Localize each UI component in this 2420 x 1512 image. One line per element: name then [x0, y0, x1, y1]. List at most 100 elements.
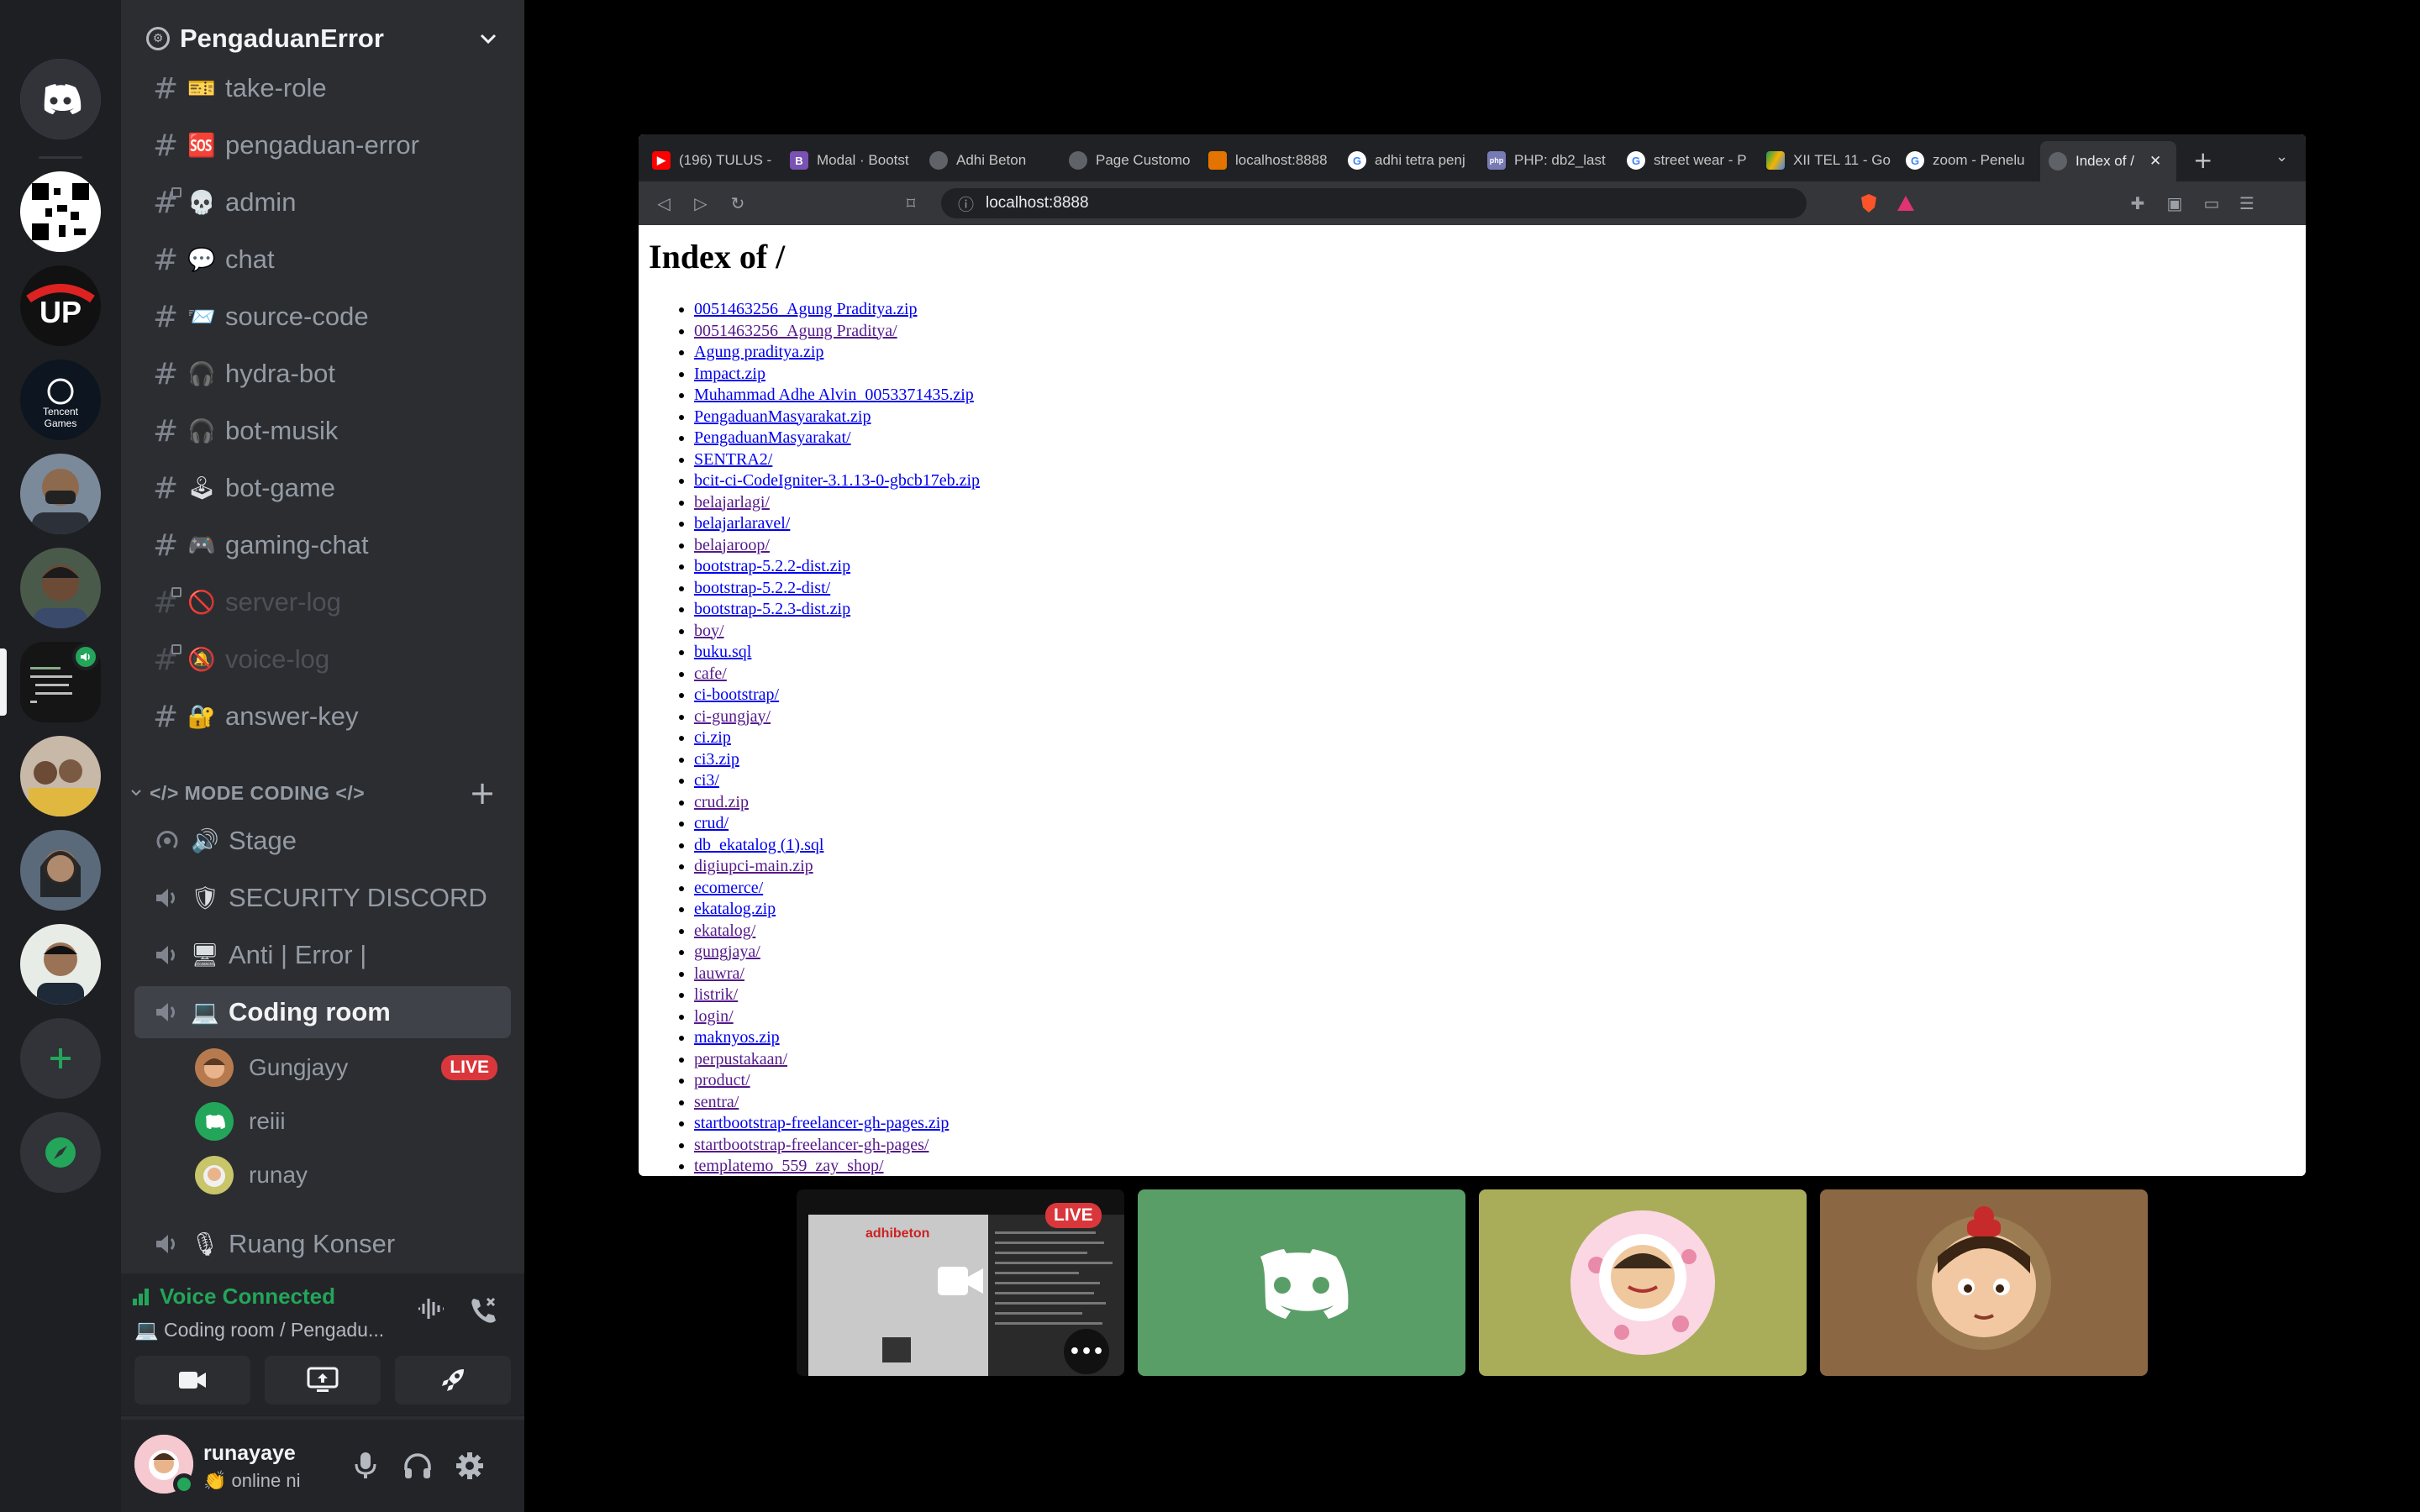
stream-preview-tile[interactable]: adhibeton LIVE ••• — [797, 1189, 1124, 1376]
server-avatar-3[interactable] — [20, 736, 101, 816]
file-link[interactable]: digiupci-main.zip — [694, 857, 813, 875]
participant-tile-runay[interactable] — [1479, 1189, 1807, 1376]
channel-gaming-chat[interactable]: # 🎮 gaming-chat — [134, 519, 511, 571]
server-avatar-4[interactable] — [20, 830, 101, 911]
server-qr[interactable] — [20, 171, 101, 252]
file-link[interactable]: startbootstrap-freelancer-gh-pages/ — [694, 1136, 929, 1154]
file-link[interactable]: crud.zip — [694, 793, 749, 811]
extensions-puzzle-icon[interactable]: ✚ — [2126, 192, 2149, 215]
explore-servers-button[interactable] — [20, 1112, 101, 1193]
browser-tab[interactable]: localhost:8888 — [1208, 146, 1343, 175]
close-tab-icon[interactable]: ✕ — [2149, 153, 2161, 170]
file-link[interactable]: Agung praditya.zip — [694, 343, 823, 361]
file-link[interactable]: lauwra/ — [694, 964, 744, 983]
channel-voice-log[interactable]: # 🔕 voice-log — [134, 633, 511, 685]
brave-rewards-icon[interactable] — [1894, 192, 1918, 215]
server-up[interactable]: UP — [20, 265, 101, 346]
custom-status[interactable]: 👏 online ni — [203, 1470, 300, 1492]
file-link[interactable]: belajarlaravel/ — [694, 514, 790, 533]
file-link[interactable]: bootstrap-5.2.3-dist.zip — [694, 600, 850, 618]
file-link[interactable]: 0051463256_Agung Praditya.zip — [694, 300, 918, 318]
file-link[interactable]: 0051463256_Agung Praditya/ — [694, 322, 897, 340]
file-link[interactable]: gungjaya/ — [694, 942, 760, 961]
activities-button[interactable] — [395, 1356, 511, 1404]
file-link[interactable]: Impact.zip — [694, 365, 765, 383]
browser-tab[interactable]: ▶ (196) TULUS - — [652, 146, 786, 175]
channel-answer-key[interactable]: # 🔐 answer-key — [134, 690, 511, 743]
file-link[interactable]: boy/ — [694, 622, 724, 640]
video-button[interactable] — [134, 1356, 250, 1404]
discord-home-button[interactable] — [20, 59, 101, 139]
voice-channel-security-discord[interactable]: 🛡 SECURITY DISCORD — [134, 872, 511, 924]
file-link[interactable]: belajaroop/ — [694, 536, 770, 554]
file-link[interactable]: perpustakaan/ — [694, 1050, 787, 1068]
bookmark-icon[interactable]: ⌑ — [899, 192, 923, 215]
channel-bot-musik[interactable]: # 🎧 bot-musik — [134, 405, 511, 457]
file-link[interactable]: product/ — [694, 1071, 750, 1089]
file-link[interactable]: ekatalog/ — [694, 921, 755, 940]
channel-pengaduan-error[interactable]: # 🆘 pengaduan-error — [134, 119, 511, 171]
file-link[interactable]: ci3/ — [694, 771, 719, 790]
channel-admin[interactable]: # 💀 admin — [134, 176, 511, 228]
browser-tab[interactable]: Gstreet wear - P — [1627, 146, 1761, 175]
chevron-down-icon[interactable] — [477, 28, 499, 50]
url-field[interactable]: ⓘ localhost:8888 — [941, 188, 1807, 218]
tab-search-chevron-icon[interactable]: ⌄ — [2275, 148, 2288, 165]
category-mode-coding[interactable]: </> MODE CODING </> + — [121, 776, 524, 810]
browser-tab[interactable]: Gzoom - Penelu — [1906, 146, 2040, 175]
browser-tab[interactable]: Gadhi tetra penj — [1348, 146, 1482, 175]
participant-tile-gungjayy[interactable] — [1820, 1189, 2148, 1376]
file-link[interactable]: crud/ — [694, 814, 729, 832]
sidebar-toggle-icon[interactable]: ▣ — [2163, 192, 2186, 215]
file-link[interactable]: templatemo_559_zay_shop/ — [694, 1157, 884, 1175]
server-tencent[interactable]: Tencent Games — [20, 360, 101, 440]
file-link[interactable]: belajarlagi/ — [694, 493, 770, 512]
browser-tab[interactable]: php PHP: db2_last — [1487, 146, 1622, 175]
channel-server-log[interactable]: # 🚫 server-log — [134, 576, 511, 628]
file-link[interactable]: ci-bootstrap/ — [694, 685, 779, 704]
file-link[interactable]: startbootstrap-freelancer-gh-pages.zip — [694, 1114, 949, 1132]
brave-shield-icon[interactable] — [1857, 192, 1881, 215]
file-link[interactable]: ci3.zip — [694, 750, 739, 769]
voice-channel-stage[interactable]: 🔊 Stage — [134, 815, 511, 867]
browser-tab-active[interactable]: Index of / ✕ — [2040, 141, 2176, 181]
browser-tab[interactable]: B Modal · Bootst — [790, 146, 924, 175]
channel-hydra-bot[interactable]: # 🎧 hydra-bot — [134, 348, 511, 400]
voice-channel-anti-error[interactable]: 🖥 Anti | Error | — [134, 929, 511, 981]
channel-bot-game[interactable]: # 🕹 bot-game — [134, 462, 511, 514]
file-link[interactable]: PengaduanMasyarakat.zip — [694, 407, 871, 426]
create-channel-plus-icon[interactable]: + — [469, 777, 496, 809]
menu-icon[interactable]: ☰ — [2235, 192, 2259, 215]
forward-icon[interactable]: ▷ — [689, 192, 713, 215]
file-link[interactable]: cafe/ — [694, 664, 727, 683]
deafen-button[interactable] — [397, 1445, 439, 1487]
username[interactable]: runayaye — [203, 1441, 296, 1466]
user-settings-button[interactable] — [449, 1445, 491, 1487]
channel-source-code[interactable]: # 📨 source-code — [134, 291, 511, 343]
file-link[interactable]: buku.sql — [694, 643, 751, 661]
file-link[interactable]: login/ — [694, 1007, 734, 1026]
reload-icon[interactable]: ↻ — [726, 192, 750, 215]
mute-button[interactable] — [345, 1445, 387, 1487]
new-tab-plus-icon[interactable]: + — [2193, 146, 2212, 174]
disconnect-button[interactable] — [466, 1292, 499, 1326]
file-link[interactable]: ci-gungjay/ — [694, 707, 771, 726]
voice-connected-subtitle[interactable]: 💻 Coding room / Pengadu... — [134, 1319, 403, 1341]
file-link[interactable]: sentra/ — [694, 1093, 739, 1111]
file-link[interactable]: maknyos.zip — [694, 1028, 780, 1047]
file-link[interactable]: bootstrap-5.2.2-dist.zip — [694, 557, 850, 575]
file-link[interactable]: ecomerce/ — [694, 879, 763, 897]
voice-channel-coding-room[interactable]: 💻 Coding room — [134, 986, 511, 1038]
file-link[interactable]: listrik/ — [694, 985, 738, 1004]
channel-chat[interactable]: # 💬 chat — [134, 234, 511, 286]
participant-tile-reiii[interactable] — [1138, 1189, 1465, 1376]
voice-user-gungjayy[interactable]: Gungjayy LIVE — [195, 1043, 511, 1092]
voice-user-reiii[interactable]: reiii — [195, 1097, 511, 1146]
add-server-button[interactable] — [20, 1018, 101, 1099]
file-link[interactable]: SENTRA2/ — [694, 450, 772, 469]
back-icon[interactable]: ◁ — [652, 192, 676, 215]
file-link[interactable]: ci.zip — [694, 728, 731, 747]
file-link[interactable]: ekatalog.zip — [694, 900, 776, 918]
screen-share-stream[interactable]: ▶ (196) TULUS - B Modal · Bootst Adhi Beto… — [639, 134, 2306, 1176]
noise-suppression-button[interactable] — [413, 1292, 447, 1326]
